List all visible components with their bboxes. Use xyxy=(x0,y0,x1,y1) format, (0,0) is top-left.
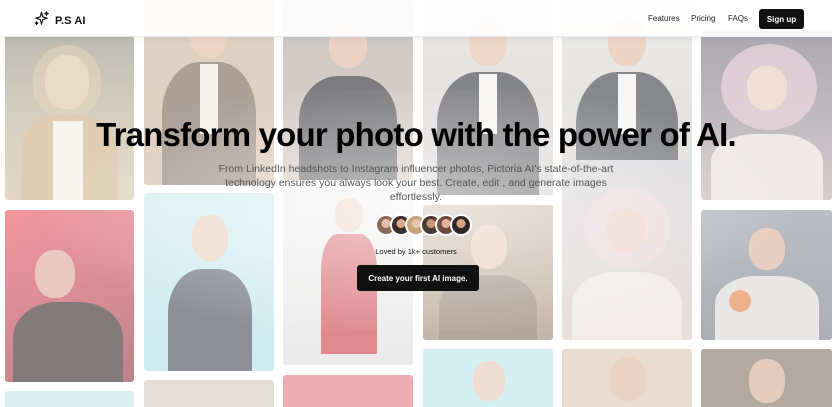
top-navbar: P.S AI Features Pricing FAQs Sign up xyxy=(0,0,832,37)
logo[interactable]: P.S AI xyxy=(33,10,86,32)
sparkle-icon xyxy=(33,10,50,32)
social-proof-text: Loved by 1k+ customers xyxy=(375,247,457,256)
avatar xyxy=(450,214,472,236)
nav-link-features[interactable]: Features xyxy=(648,14,680,23)
hero-title: Transform your photo with the power of A… xyxy=(96,116,737,153)
create-ai-image-button[interactable]: Create your first AI image. xyxy=(357,265,479,291)
nav-link-faqs[interactable]: FAQs xyxy=(728,14,748,23)
signup-button[interactable]: Sign up xyxy=(759,9,804,29)
logo-text: P.S AI xyxy=(55,15,86,27)
customer-avatars xyxy=(375,214,472,236)
hero-subtitle: From LinkedIn headshots to Instagram inf… xyxy=(218,163,614,203)
nav-link-pricing[interactable]: Pricing xyxy=(691,14,715,23)
